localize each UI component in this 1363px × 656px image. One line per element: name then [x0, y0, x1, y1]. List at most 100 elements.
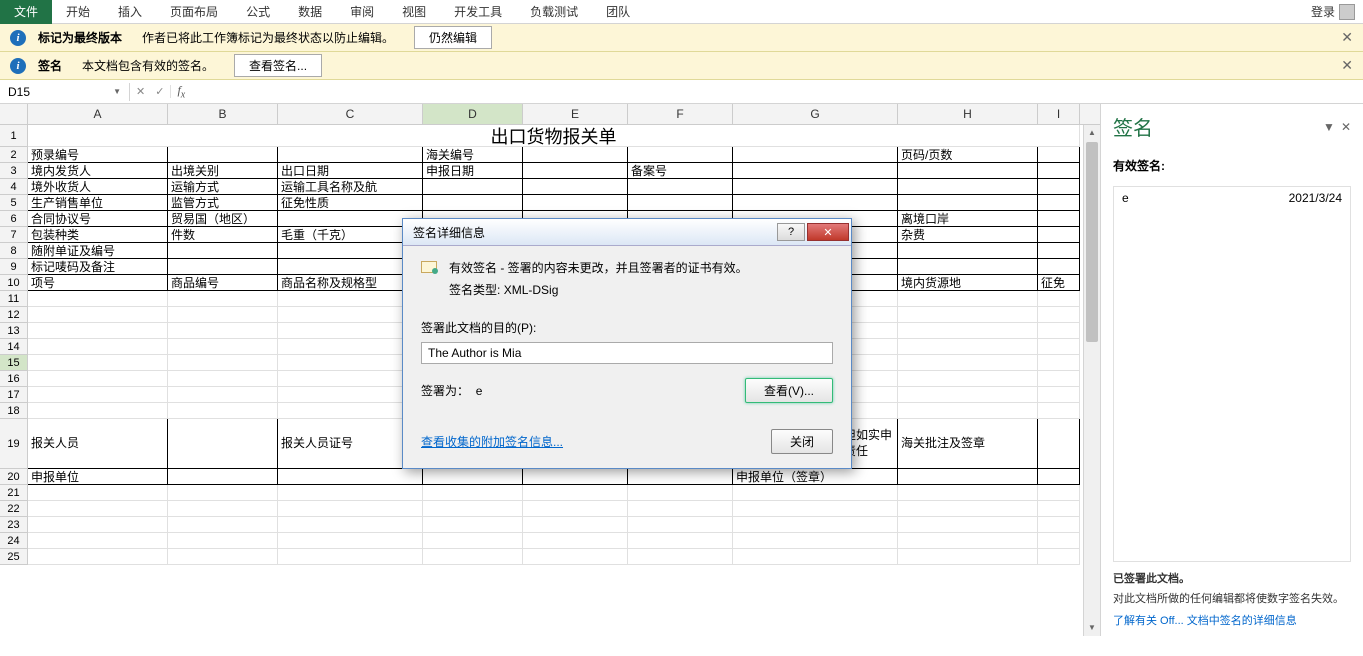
cell-C5[interactable]: 征免性质 — [278, 195, 423, 211]
dialog-close-button[interactable]: 关闭 — [771, 429, 833, 454]
cell-A2[interactable]: 预录编号 — [28, 147, 168, 163]
cell-B17[interactable] — [168, 387, 278, 403]
cell-G2[interactable] — [733, 147, 898, 163]
view-cert-button[interactable]: 查看(V)... — [745, 378, 833, 403]
cell-G25[interactable] — [733, 549, 898, 565]
cell-E24[interactable] — [523, 533, 628, 549]
cell-A11[interactable] — [28, 291, 168, 307]
cell-B8[interactable] — [168, 243, 278, 259]
cell-I11[interactable] — [1038, 291, 1080, 307]
cell-E25[interactable] — [523, 549, 628, 565]
cell-B14[interactable] — [168, 339, 278, 355]
tab-insert[interactable]: 插入 — [104, 0, 156, 24]
scroll-down-icon[interactable]: ▼ — [1084, 619, 1100, 636]
dialog-help-icon[interactable]: ? — [777, 223, 805, 241]
cell-F2[interactable] — [628, 147, 733, 163]
cell-I15[interactable] — [1038, 355, 1080, 371]
cell-H21[interactable] — [898, 485, 1038, 501]
cell-B5[interactable]: 监管方式 — [168, 195, 278, 211]
cell-H9[interactable] — [898, 259, 1038, 275]
cell-H18[interactable] — [898, 403, 1038, 419]
cell-I14[interactable] — [1038, 339, 1080, 355]
scroll-up-icon[interactable]: ▲ — [1084, 124, 1100, 141]
cell-A3[interactable]: 境内发货人 — [28, 163, 168, 179]
edit-anyway-button[interactable]: 仍然编辑 — [414, 26, 492, 49]
cell-F5[interactable] — [628, 195, 733, 211]
row-header-14[interactable]: 14 — [0, 339, 28, 355]
row-header-6[interactable]: 6 — [0, 211, 28, 227]
cell-E20[interactable] — [523, 469, 628, 485]
cell-I21[interactable] — [1038, 485, 1080, 501]
sheet-title[interactable]: 出口货物报关单 — [28, 125, 1080, 147]
cell-B11[interactable] — [168, 291, 278, 307]
cell-A14[interactable] — [28, 339, 168, 355]
confirm-icon[interactable]: ✓ — [155, 85, 164, 98]
cell-C4[interactable]: 运输工具名称及航 — [278, 179, 423, 195]
cell-C21[interactable] — [278, 485, 423, 501]
row-header-25[interactable]: 25 — [0, 549, 28, 565]
cell-I10[interactable]: 征免 — [1038, 275, 1080, 291]
cell-H12[interactable] — [898, 307, 1038, 323]
cell-F23[interactable] — [628, 517, 733, 533]
cell-I2[interactable] — [1038, 147, 1080, 163]
cell-H11[interactable] — [898, 291, 1038, 307]
col-header-F[interactable]: F — [628, 104, 733, 124]
cell-E2[interactable] — [523, 147, 628, 163]
tab-formula[interactable]: 公式 — [232, 0, 284, 24]
cell-D24[interactable] — [423, 533, 523, 549]
tab-data[interactable]: 数据 — [284, 0, 336, 24]
cell-H17[interactable] — [898, 387, 1038, 403]
purpose-input[interactable] — [421, 342, 833, 364]
row-header-18[interactable]: 18 — [0, 403, 28, 419]
cell-F20[interactable] — [628, 469, 733, 485]
cell-H2[interactable]: 页码/页数 — [898, 147, 1038, 163]
cell-C23[interactable] — [278, 517, 423, 533]
chevron-down-icon[interactable]: ▼ — [113, 87, 121, 96]
cell-E22[interactable] — [523, 501, 628, 517]
cell-I22[interactable] — [1038, 501, 1080, 517]
cell-A5[interactable]: 生产销售单位 — [28, 195, 168, 211]
login-button[interactable]: 登录 — [1303, 0, 1363, 24]
cell-H10[interactable]: 境内货源地 — [898, 275, 1038, 291]
cell-F4[interactable] — [628, 179, 733, 195]
infobar-final-close-icon[interactable]: ✕ — [1341, 29, 1353, 46]
cell-I6[interactable] — [1038, 211, 1080, 227]
cell-I17[interactable] — [1038, 387, 1080, 403]
cell-H25[interactable] — [898, 549, 1038, 565]
tab-team[interactable]: 团队 — [592, 0, 644, 24]
cell-H6[interactable]: 离境口岸 — [898, 211, 1038, 227]
row-header-16[interactable]: 16 — [0, 371, 28, 387]
cell-H4[interactable] — [898, 179, 1038, 195]
infobar-sig-close-icon[interactable]: ✕ — [1341, 57, 1353, 74]
row-header-13[interactable]: 13 — [0, 323, 28, 339]
cell-I12[interactable] — [1038, 307, 1080, 323]
cell-A25[interactable] — [28, 549, 168, 565]
vertical-scrollbar[interactable]: ▲ ▼ — [1083, 124, 1100, 636]
cell-A23[interactable] — [28, 517, 168, 533]
cell-I7[interactable] — [1038, 227, 1080, 243]
cell-H15[interactable] — [898, 355, 1038, 371]
row-header-9[interactable]: 9 — [0, 259, 28, 275]
panel-learn-more-link[interactable]: 了解有关 Off... 文档中签名的详细信息 — [1113, 612, 1351, 628]
cell-B16[interactable] — [168, 371, 278, 387]
cell-D20[interactable] — [423, 469, 523, 485]
panel-menu-icon[interactable]: ▼ — [1323, 120, 1335, 134]
row-header-8[interactable]: 8 — [0, 243, 28, 259]
cell-A16[interactable] — [28, 371, 168, 387]
cell-H23[interactable] — [898, 517, 1038, 533]
cell-G3[interactable] — [733, 163, 898, 179]
cell-I16[interactable] — [1038, 371, 1080, 387]
col-header-E[interactable]: E — [523, 104, 628, 124]
cell-I5[interactable] — [1038, 195, 1080, 211]
cell-I4[interactable] — [1038, 179, 1080, 195]
cell-A12[interactable] — [28, 307, 168, 323]
signature-item[interactable]: e 2021/3/24 — [1114, 187, 1350, 209]
cell-G21[interactable] — [733, 485, 898, 501]
row-header-5[interactable]: 5 — [0, 195, 28, 211]
cell-H19[interactable]: 海关批注及签章 — [898, 419, 1038, 469]
cell-D4[interactable] — [423, 179, 523, 195]
cell-D22[interactable] — [423, 501, 523, 517]
tab-layout[interactable]: 页面布局 — [156, 0, 232, 24]
tab-file[interactable]: 文件 — [0, 0, 52, 24]
cell-G4[interactable] — [733, 179, 898, 195]
